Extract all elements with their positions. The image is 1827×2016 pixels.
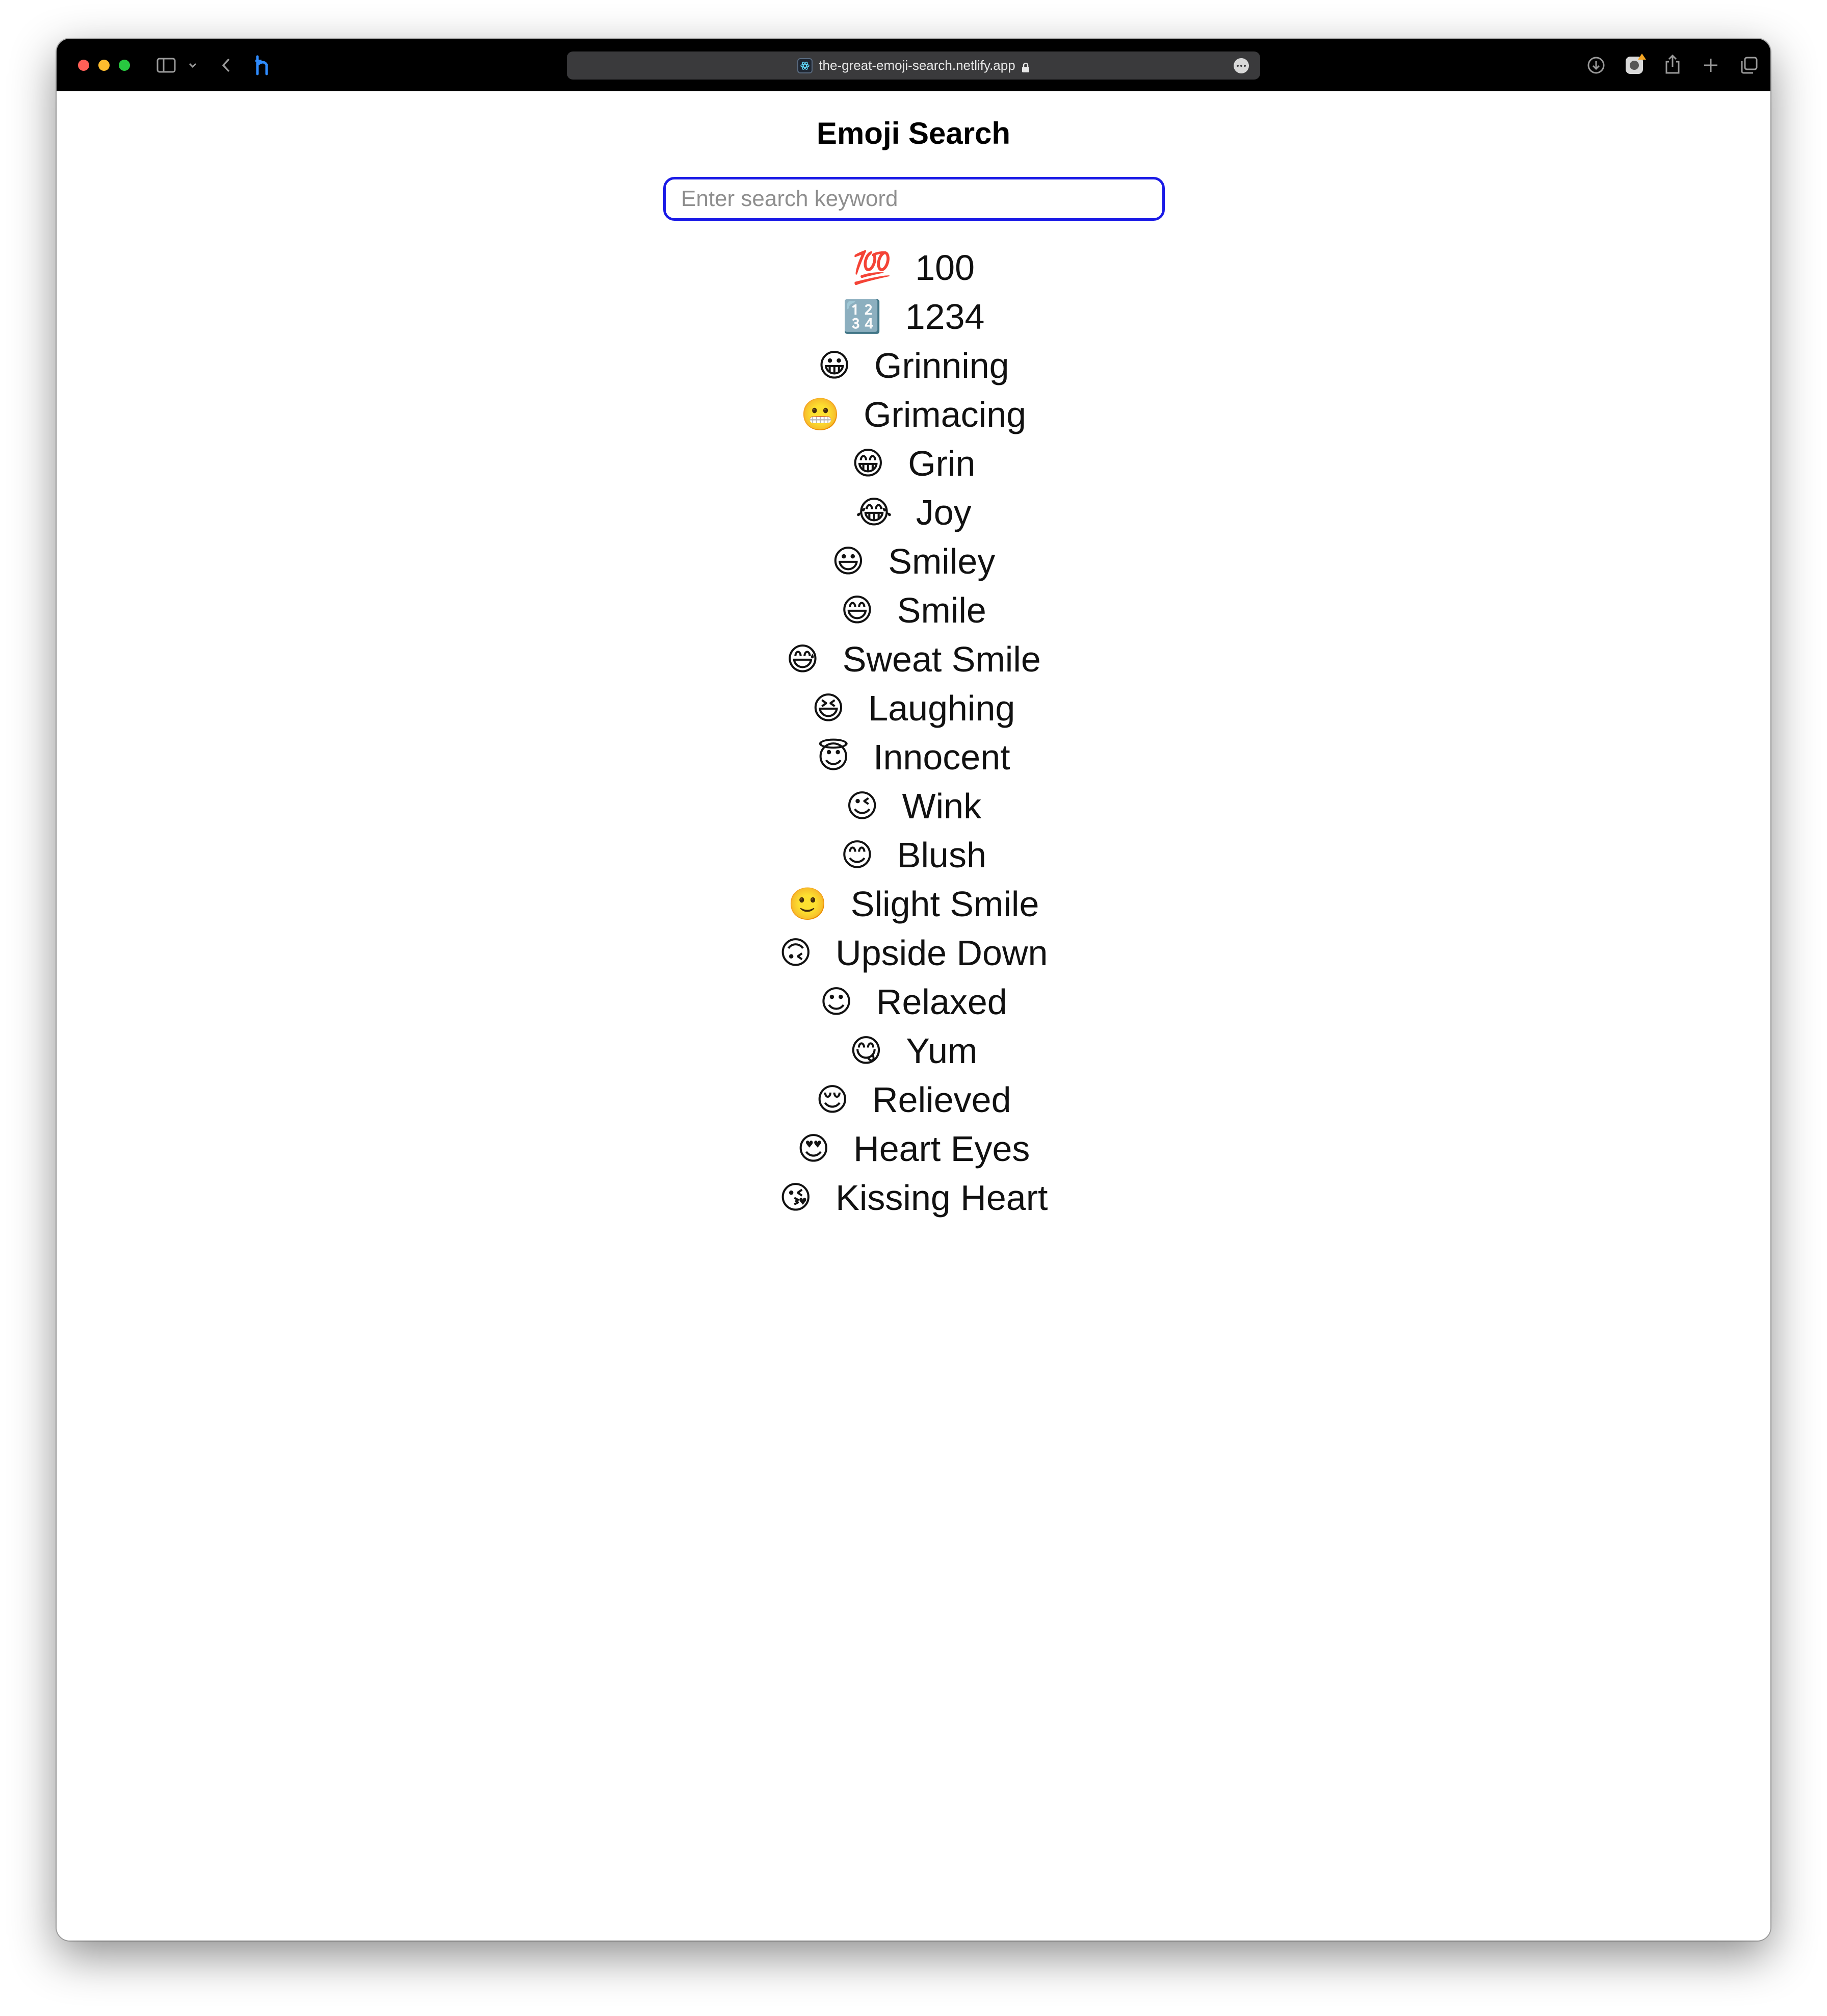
emoji-symbol: 🙃 <box>779 934 813 971</box>
emoji-name: Joy <box>916 493 972 532</box>
emoji-name: Laughing <box>868 688 1015 728</box>
browser-toolbar: the-great-emoji-search.netlify.app <box>57 39 1770 91</box>
address-bar[interactable]: the-great-emoji-search.netlify.app <box>567 51 1260 80</box>
sidebar-icon[interactable] <box>156 56 176 74</box>
emoji-symbol: 😁 <box>851 445 885 482</box>
emoji-result-row[interactable]: 😉 Wink <box>57 782 1770 831</box>
emoji-result-row[interactable]: 🙂 Slight Smile <box>57 880 1770 928</box>
more-icon[interactable] <box>1234 58 1249 73</box>
emoji-name: Upside Down <box>836 933 1048 973</box>
emoji-name: Smile <box>897 590 986 630</box>
extension-icon[interactable] <box>252 54 273 76</box>
emoji-symbol: 😀 <box>818 347 851 384</box>
emoji-result-row[interactable]: 😊 Blush <box>57 831 1770 880</box>
emoji-name: Wink <box>902 786 982 826</box>
emoji-symbol: 😊 <box>841 836 874 873</box>
emoji-name: Grin <box>908 444 976 483</box>
emoji-result-row[interactable]: 😆 Laughing <box>57 684 1770 733</box>
camera-extension-icon[interactable] <box>1623 52 1648 76</box>
emoji-result-row[interactable]: 😌 Relieved <box>57 1075 1770 1124</box>
emoji-results-list: 💯 100 🔢 1234 😀 Grinning 😬 Grimacing 😁 Grin 😂 Joy 😃 Sm… <box>57 243 1770 1222</box>
emoji-symbol: 😆 <box>812 689 845 727</box>
emoji-name: Yum <box>906 1031 978 1071</box>
download-icon[interactable] <box>1586 55 1606 75</box>
new-tab-icon[interactable] <box>1701 55 1721 75</box>
emoji-symbol: 🔢 <box>842 298 882 335</box>
emoji-result-row[interactable]: 😬 Grimacing <box>57 390 1770 439</box>
emoji-result-row[interactable]: 😁 Grin <box>57 439 1770 488</box>
chevron-down-icon[interactable] <box>188 59 198 71</box>
emoji-result-row[interactable]: 😍 Heart Eyes <box>57 1124 1770 1173</box>
emoji-name: Innocent <box>873 737 1010 777</box>
emoji-result-row[interactable]: ☺ Relaxed <box>57 977 1770 1026</box>
emoji-symbol: 💯 <box>852 249 892 286</box>
emoji-name: Grimacing <box>864 395 1027 434</box>
emoji-name: 1234 <box>905 297 985 337</box>
emoji-result-row[interactable]: 😄 Smile <box>57 586 1770 635</box>
emoji-symbol: 😃 <box>831 542 865 580</box>
emoji-result-row[interactable]: 🙃 Upside Down <box>57 928 1770 977</box>
back-icon[interactable] <box>219 56 234 74</box>
site-icon <box>797 58 813 73</box>
emoji-symbol: 😘 <box>779 1179 813 1216</box>
emoji-result-row[interactable]: 😅 Sweat Smile <box>57 635 1770 684</box>
emoji-symbol: 😌 <box>816 1081 849 1118</box>
minimize-window-button[interactable] <box>98 60 110 71</box>
emoji-name: Relaxed <box>876 982 1007 1022</box>
browser-window: the-great-emoji-search.netlify.app Emoji… <box>57 39 1770 1941</box>
emoji-result-row[interactable]: 😘 Kissing Heart <box>57 1173 1770 1222</box>
emoji-symbol: 😄 <box>841 591 874 629</box>
share-icon[interactable] <box>1662 53 1683 75</box>
emoji-name: Kissing Heart <box>836 1178 1048 1218</box>
emoji-result-row[interactable]: 😇 Innocent <box>57 733 1770 782</box>
emoji-name: Relieved <box>872 1080 1011 1120</box>
emoji-symbol: 😍 <box>797 1130 830 1167</box>
emoji-name: Grinning <box>874 346 1009 385</box>
emoji-result-row[interactable]: 😀 Grinning <box>57 341 1770 390</box>
page-content: Emoji Search 💯 100 🔢 1234 😀 Grinning 😬 Grimacin… <box>57 91 1770 1941</box>
emoji-name: Slight Smile <box>850 884 1039 924</box>
emoji-name: Smiley <box>888 541 996 581</box>
emoji-result-row[interactable]: 💯 100 <box>57 243 1770 292</box>
emoji-name: 100 <box>915 248 975 288</box>
emoji-symbol: ☺ <box>820 983 853 1020</box>
emoji-name: Heart Eyes <box>853 1129 1030 1169</box>
url-text: the-great-emoji-search.netlify.app <box>819 58 1015 73</box>
emoji-name: Blush <box>897 835 986 875</box>
page-title: Emoji Search <box>816 116 1011 150</box>
emoji-result-row[interactable]: 😃 Smiley <box>57 537 1770 586</box>
emoji-symbol: 😂 <box>855 494 893 531</box>
emoji-symbol: 😋 <box>849 1032 883 1069</box>
emoji-result-row[interactable]: 😋 Yum <box>57 1026 1770 1075</box>
close-window-button[interactable] <box>78 60 89 71</box>
tabs-overview-icon[interactable] <box>1739 55 1759 75</box>
emoji-result-row[interactable]: 🔢 1234 <box>57 292 1770 341</box>
emoji-result-row[interactable]: 😂 Joy <box>57 488 1770 537</box>
emoji-symbol: 😉 <box>845 787 879 824</box>
emoji-name: Sweat Smile <box>842 639 1041 679</box>
emoji-symbol: 😬 <box>800 396 841 433</box>
emoji-symbol: 😇 <box>817 738 850 776</box>
maximize-window-button[interactable] <box>119 60 130 71</box>
emoji-symbol: 🙂 <box>788 885 827 922</box>
lock-icon <box>1022 61 1030 72</box>
search-input[interactable] <box>663 177 1165 221</box>
emoji-symbol: 😅 <box>786 640 819 678</box>
